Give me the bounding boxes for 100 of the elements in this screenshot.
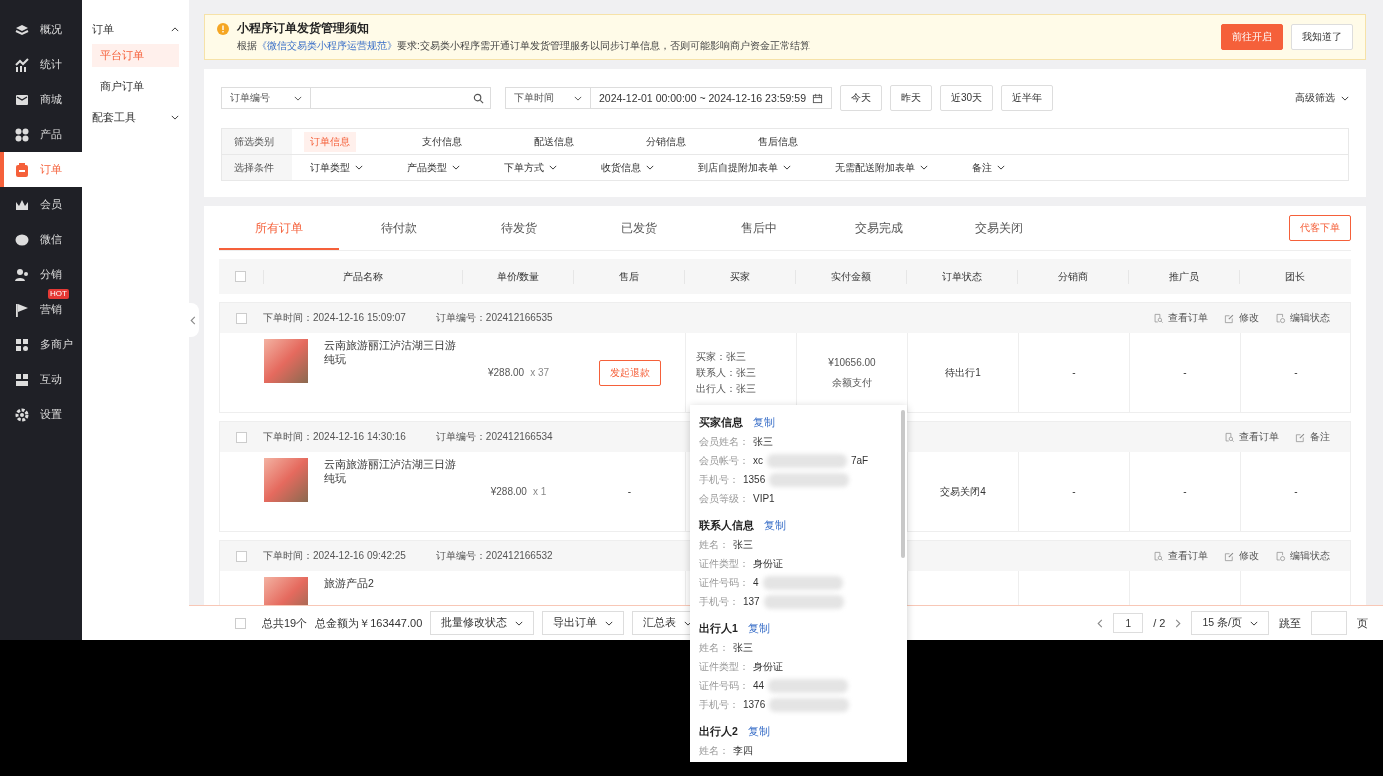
edit-icon xyxy=(1295,431,1306,443)
jump-page-field[interactable] xyxy=(1311,611,1347,635)
column-header: 售后 xyxy=(573,269,684,284)
order-tab[interactable]: 售后中 xyxy=(699,206,819,250)
order-action-link[interactable]: 修改 xyxy=(1224,311,1259,325)
filter-category-tab[interactable]: 支付信息 xyxy=(416,131,468,152)
distributor: - xyxy=(1072,486,1076,497)
order-action-link[interactable]: 编辑状态 xyxy=(1275,549,1330,563)
promoter: - xyxy=(1183,486,1187,497)
document-search-icon xyxy=(1224,431,1235,443)
caret-icon xyxy=(920,165,928,170)
next-page-icon[interactable] xyxy=(1175,618,1182,628)
filter-dropdown[interactable]: 产品类型 xyxy=(401,157,466,178)
date-preset-button[interactable]: 今天 xyxy=(839,85,882,111)
submenu-item[interactable]: 商户订单 xyxy=(92,75,179,98)
caret-icon xyxy=(171,26,179,32)
advanced-filter-toggle[interactable]: 高级筛选 xyxy=(1295,91,1349,105)
sidebar-item[interactable]: 概况 xyxy=(0,12,82,47)
sidebar-item[interactable]: 多商户 xyxy=(0,327,82,362)
search-field[interactable] xyxy=(310,87,491,109)
order-tab[interactable]: 待发货 xyxy=(459,206,579,250)
jump-label: 跳至 xyxy=(1279,615,1301,631)
row-checkbox[interactable] xyxy=(236,431,247,443)
field-value: 1376 xyxy=(743,699,766,710)
filter-row-label: 筛选类别 xyxy=(222,129,292,154)
submenu-group[interactable]: 订单 xyxy=(92,18,179,40)
copy-link[interactable]: 复制 xyxy=(764,518,786,533)
user-icon xyxy=(14,266,30,283)
page-size-select[interactable]: 15 条/页 xyxy=(1191,611,1269,635)
chevron-left-icon[interactable] xyxy=(190,315,196,325)
column-header: 分销商 xyxy=(1017,269,1128,284)
caret-icon xyxy=(646,165,654,170)
sidebar-item[interactable]: 商城 xyxy=(0,82,82,117)
order-action-link[interactable]: 修改 xyxy=(1224,549,1259,563)
copy-link[interactable]: 复制 xyxy=(747,621,770,636)
order-number: 订单编号：202412166535 xyxy=(435,311,553,325)
field-value: VIP1 xyxy=(753,493,775,504)
row-checkbox[interactable] xyxy=(236,550,247,562)
date-range-field[interactable]: 2024-12-01 00:00:00 ~ 2024-12-16 23:59:59 xyxy=(590,87,832,109)
order-status: 交易关闭4 xyxy=(940,484,986,499)
sidebar-item[interactable]: HOT 营销 xyxy=(0,292,82,327)
order-action-link[interactable]: 查看订单 xyxy=(1153,549,1208,563)
previous-page-icon[interactable] xyxy=(1097,618,1104,628)
date-type-select[interactable]: 下单时间 xyxy=(505,87,591,109)
after-sale-text: - xyxy=(627,486,632,497)
filter-dropdown[interactable]: 到店自提附加表单 xyxy=(692,157,797,178)
filter-dropdown[interactable]: 收货信息 xyxy=(595,157,660,178)
order-action-link[interactable]: 查看订单 xyxy=(1224,430,1279,444)
field-label: 会员帐号： xyxy=(699,453,749,468)
caret-icon xyxy=(294,95,302,101)
field-label: 会员等级： xyxy=(699,491,749,506)
bulk-action-dropdown[interactable]: 导出订单 xyxy=(542,611,625,635)
order-tab[interactable]: 已发货 xyxy=(579,206,699,250)
product-name: 旅游产品2 xyxy=(324,577,374,591)
field-label: 证件类型： xyxy=(699,659,749,674)
order-tab[interactable]: 交易完成 xyxy=(819,206,939,250)
quantity: x 37 xyxy=(530,367,550,378)
order-tab[interactable]: 交易关闭 xyxy=(939,206,1059,250)
submenu-group[interactable]: 配套工具 xyxy=(92,106,179,128)
section-title: 联系人信息 xyxy=(699,518,754,533)
gear-icon xyxy=(14,406,30,423)
date-preset-button[interactable]: 近半年 xyxy=(1001,85,1054,111)
row-checkbox[interactable] xyxy=(236,312,247,324)
copy-link[interactable]: 复制 xyxy=(753,415,775,430)
order-action-link[interactable]: 编辑状态 xyxy=(1275,311,1330,325)
search-icon xyxy=(473,92,484,104)
field-value: 张三 xyxy=(753,434,773,449)
bulk-action-dropdown[interactable]: 批量修改状态 xyxy=(430,611,535,635)
sidebar-item[interactable]: 会员 xyxy=(0,187,82,222)
select-all-checkbox[interactable] xyxy=(235,617,246,629)
rules-link[interactable]: 《微信交易类小程序运营规范》 xyxy=(257,40,397,51)
page-total: / 2 xyxy=(1153,617,1166,629)
collapse-handle[interactable] xyxy=(187,303,199,337)
sidebar-item[interactable]: 设置 xyxy=(0,397,82,432)
sidebar-item[interactable]: 分销 xyxy=(0,257,82,292)
select-all-checkbox[interactable] xyxy=(235,271,246,282)
sidebar-item[interactable]: 微信 xyxy=(0,222,82,257)
caret-icon xyxy=(684,620,693,626)
field-label: 姓名： xyxy=(699,743,729,758)
notice-button[interactable]: 我知道了 xyxy=(1291,24,1353,50)
filter-dropdown[interactable]: 无需配送附加表单 xyxy=(829,157,934,178)
order-tab[interactable]: 待付款 xyxy=(339,206,459,250)
caret-icon xyxy=(355,165,363,170)
filter-category-tab[interactable]: 分销信息 xyxy=(640,131,692,152)
date-preset-button[interactable]: 近30天 xyxy=(939,85,994,111)
filter-category-tab[interactable]: 售后信息 xyxy=(752,131,804,152)
filter-dropdown[interactable]: 下单方式 xyxy=(498,157,563,178)
date-preset-button[interactable]: 昨天 xyxy=(889,85,932,111)
sidebar-item[interactable]: 互动 xyxy=(0,362,82,397)
filter-dropdown[interactable]: 订单类型 xyxy=(304,157,369,178)
sidebar-item[interactable]: 统计 xyxy=(0,47,82,82)
page-input[interactable]: 1 xyxy=(1113,613,1144,633)
sidebar-item[interactable]: 产品 xyxy=(0,117,82,152)
hot-badge: HOT xyxy=(48,289,69,299)
order-action-link[interactable]: 查看订单 xyxy=(1153,311,1208,325)
order-action-link[interactable]: 备注 xyxy=(1295,430,1330,444)
search-type-select[interactable]: 订单编号 xyxy=(221,87,311,109)
copy-link[interactable]: 复制 xyxy=(747,724,770,739)
filter-category-tab[interactable]: 配送信息 xyxy=(528,131,580,152)
filter-dropdown[interactable]: 备注 xyxy=(966,157,1011,178)
